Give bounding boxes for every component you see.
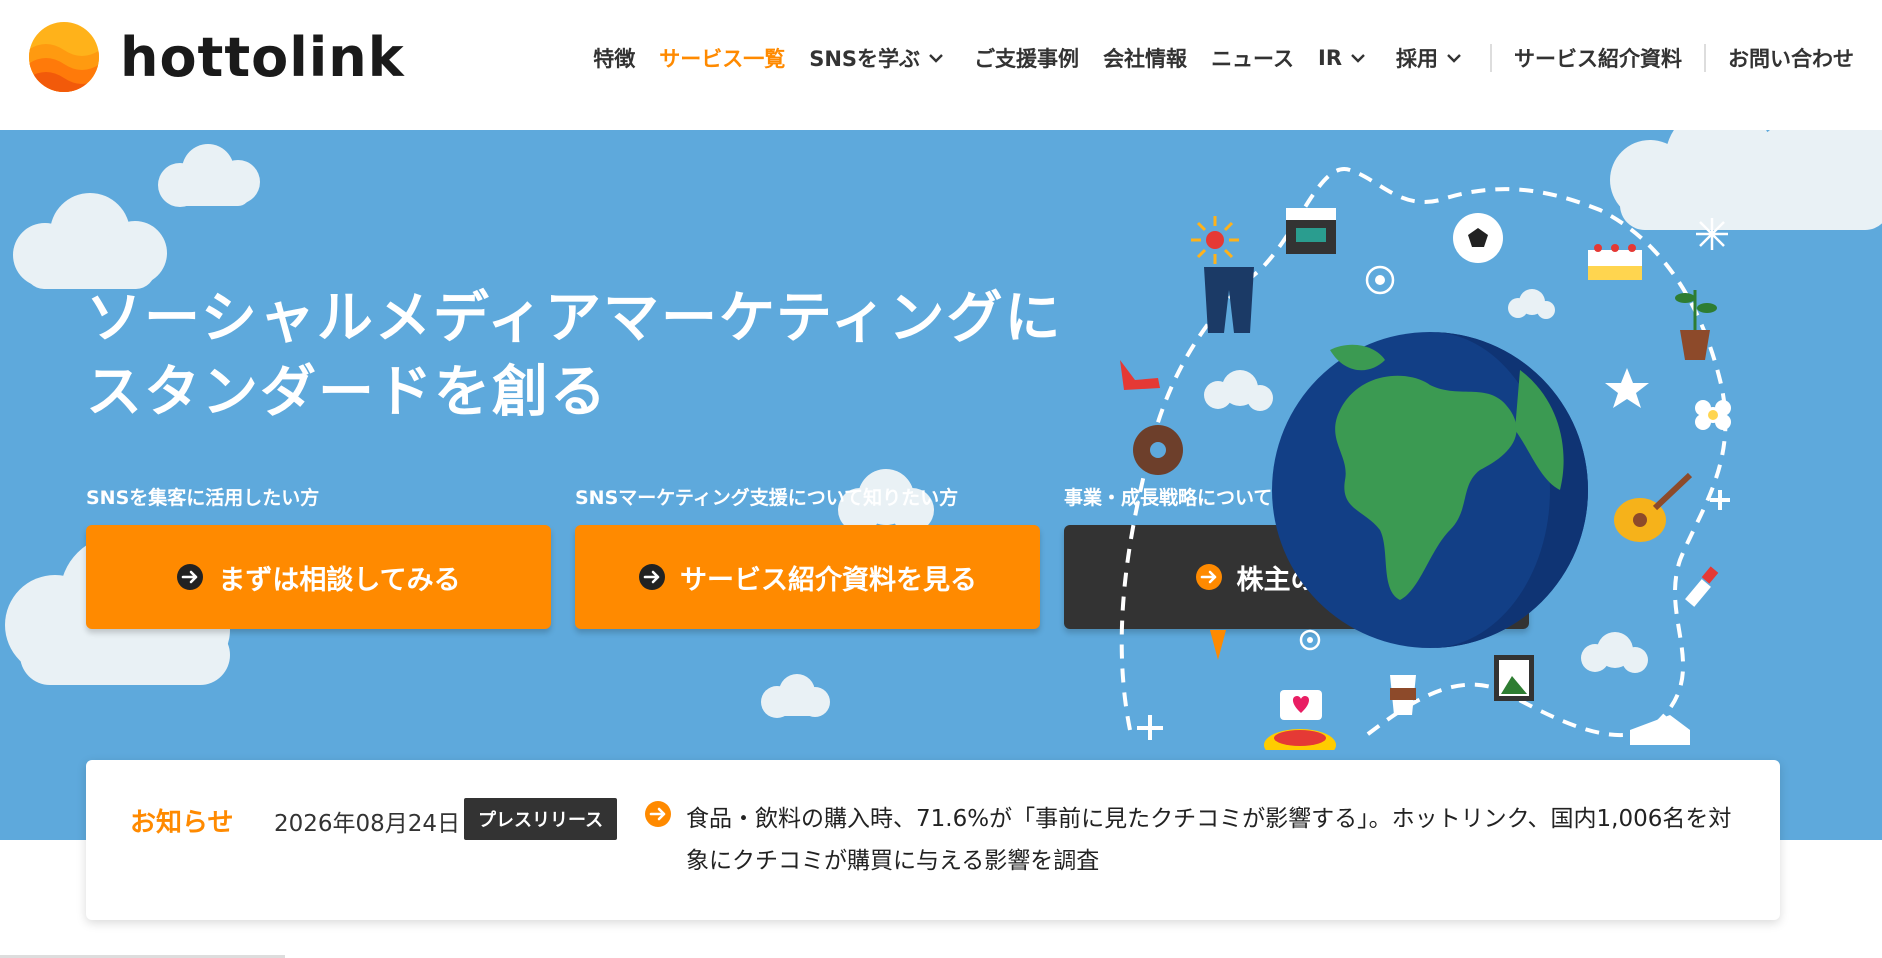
lipstick-icon <box>1685 566 1719 607</box>
nav-item-cases[interactable]: ご支援事例 <box>962 43 1091 73</box>
site-header: hottolink 特徴 サービス一覧 SNSを学ぶ ご支援事例 会社情報 ニュ… <box>0 0 1882 130</box>
nav-item-ir[interactable]: IR <box>1306 46 1384 70</box>
sneaker-icon <box>1630 715 1690 745</box>
news-headline-link[interactable]: 食品・飲料の購入時、71.6%が「事前に見たクチコミが影響する」。ホットリンク、… <box>686 798 1736 882</box>
soccer-ball-icon <box>1453 213 1503 263</box>
nav-item-label: SNSを学ぶ <box>809 47 921 71</box>
cloud-decoration <box>1508 289 1555 319</box>
chevron-down-icon <box>1447 54 1461 63</box>
logo-wordmark: hottolink <box>120 25 405 89</box>
rocket-icon <box>1210 630 1226 660</box>
cta-caption-consult: SNSを集客に活用したい方 <box>86 487 320 509</box>
service-materials-button[interactable]: サービス紹介資料を見る <box>575 525 1040 629</box>
hero-section: ソーシャルメディアマーケティングに スタンダードを創る SNSを集客に活用したい… <box>0 130 1882 840</box>
cloud-decoration <box>761 674 830 718</box>
consult-button[interactable]: まずは相談してみる <box>86 525 551 629</box>
arrow-right-circle-icon <box>639 564 665 590</box>
main-nav: 特徴 サービス一覧 SNSを学ぶ ご支援事例 会社情報 ニュース IR 採用 サ… <box>581 40 1866 76</box>
nav-item-contact[interactable]: お問い合わせ <box>1716 43 1866 73</box>
guitar-icon <box>1614 472 1693 542</box>
nav-item-recruit[interactable]: 採用 <box>1384 43 1480 73</box>
sparkle-icon <box>1137 715 1163 740</box>
chevron-down-icon <box>929 54 943 63</box>
target-icon <box>1299 629 1321 651</box>
arrow-right-circle-icon <box>177 564 204 590</box>
heart-bubble-icon <box>1280 690 1322 720</box>
hero-title: ソーシャルメディアマーケティングに スタンダードを創る <box>86 282 1062 430</box>
nav-item-services[interactable]: サービス一覧 <box>647 43 797 73</box>
clapperboard-icon <box>1286 208 1336 254</box>
sparkle-icon <box>1710 490 1730 510</box>
nav-item-label: 採用 <box>1396 47 1438 71</box>
target-icon <box>1365 265 1395 295</box>
nav-item-news[interactable]: ニュース <box>1199 43 1306 73</box>
snowflake-icon <box>1696 218 1728 250</box>
news-category-badge: プレスリリース <box>464 798 618 840</box>
nav-item-label: IR <box>1318 46 1342 70</box>
sun-icon <box>1191 216 1239 264</box>
nav-item-service-materials[interactable]: サービス紹介資料 <box>1502 43 1694 73</box>
donut-icon <box>1133 425 1183 475</box>
cloud-decoration <box>1581 632 1648 673</box>
picture-frame-icon <box>1494 655 1534 701</box>
news-bar: お知らせ 2026年08月24日 プレスリリース 食品・飲料の購入時、71.6%… <box>86 760 1780 920</box>
news-label: お知らせ <box>130 808 234 838</box>
cloud-decoration <box>1204 370 1273 411</box>
nav-item-features[interactable]: 特徴 <box>581 43 647 73</box>
omurice-icon <box>1264 729 1336 750</box>
nav-divider <box>1704 44 1706 72</box>
nav-item-company[interactable]: 会社情報 <box>1091 43 1199 73</box>
logo[interactable]: hottolink <box>28 20 405 94</box>
star-icon <box>1605 368 1649 408</box>
hero-title-line1: ソーシャルメディアマーケティングに <box>86 286 1063 351</box>
arrow-right-circle-icon <box>645 801 671 827</box>
globe-illustration <box>1119 167 1731 750</box>
chevron-down-icon <box>1351 54 1365 63</box>
nav-item-learn-sns[interactable]: SNSを学ぶ <box>797 43 962 73</box>
consult-button-label: まずは相談してみる <box>218 564 461 596</box>
cloud-decoration <box>13 193 167 289</box>
flower-icon <box>1695 400 1731 430</box>
cta-caption-materials: SNSマーケティング支援について知りたい方 <box>575 487 959 509</box>
news-date: 2026年08月24日 <box>274 811 461 837</box>
high-heel-icon <box>1120 360 1160 390</box>
coffee-icon <box>1390 675 1416 715</box>
hottolink-logo-icon <box>29 22 99 92</box>
pants-icon <box>1204 267 1254 333</box>
nav-divider <box>1490 44 1492 72</box>
service-materials-button-label: サービス紹介資料を見る <box>680 564 977 596</box>
hero-title-line2: スタンダードを創る <box>86 360 608 425</box>
cake-icon <box>1588 244 1642 280</box>
